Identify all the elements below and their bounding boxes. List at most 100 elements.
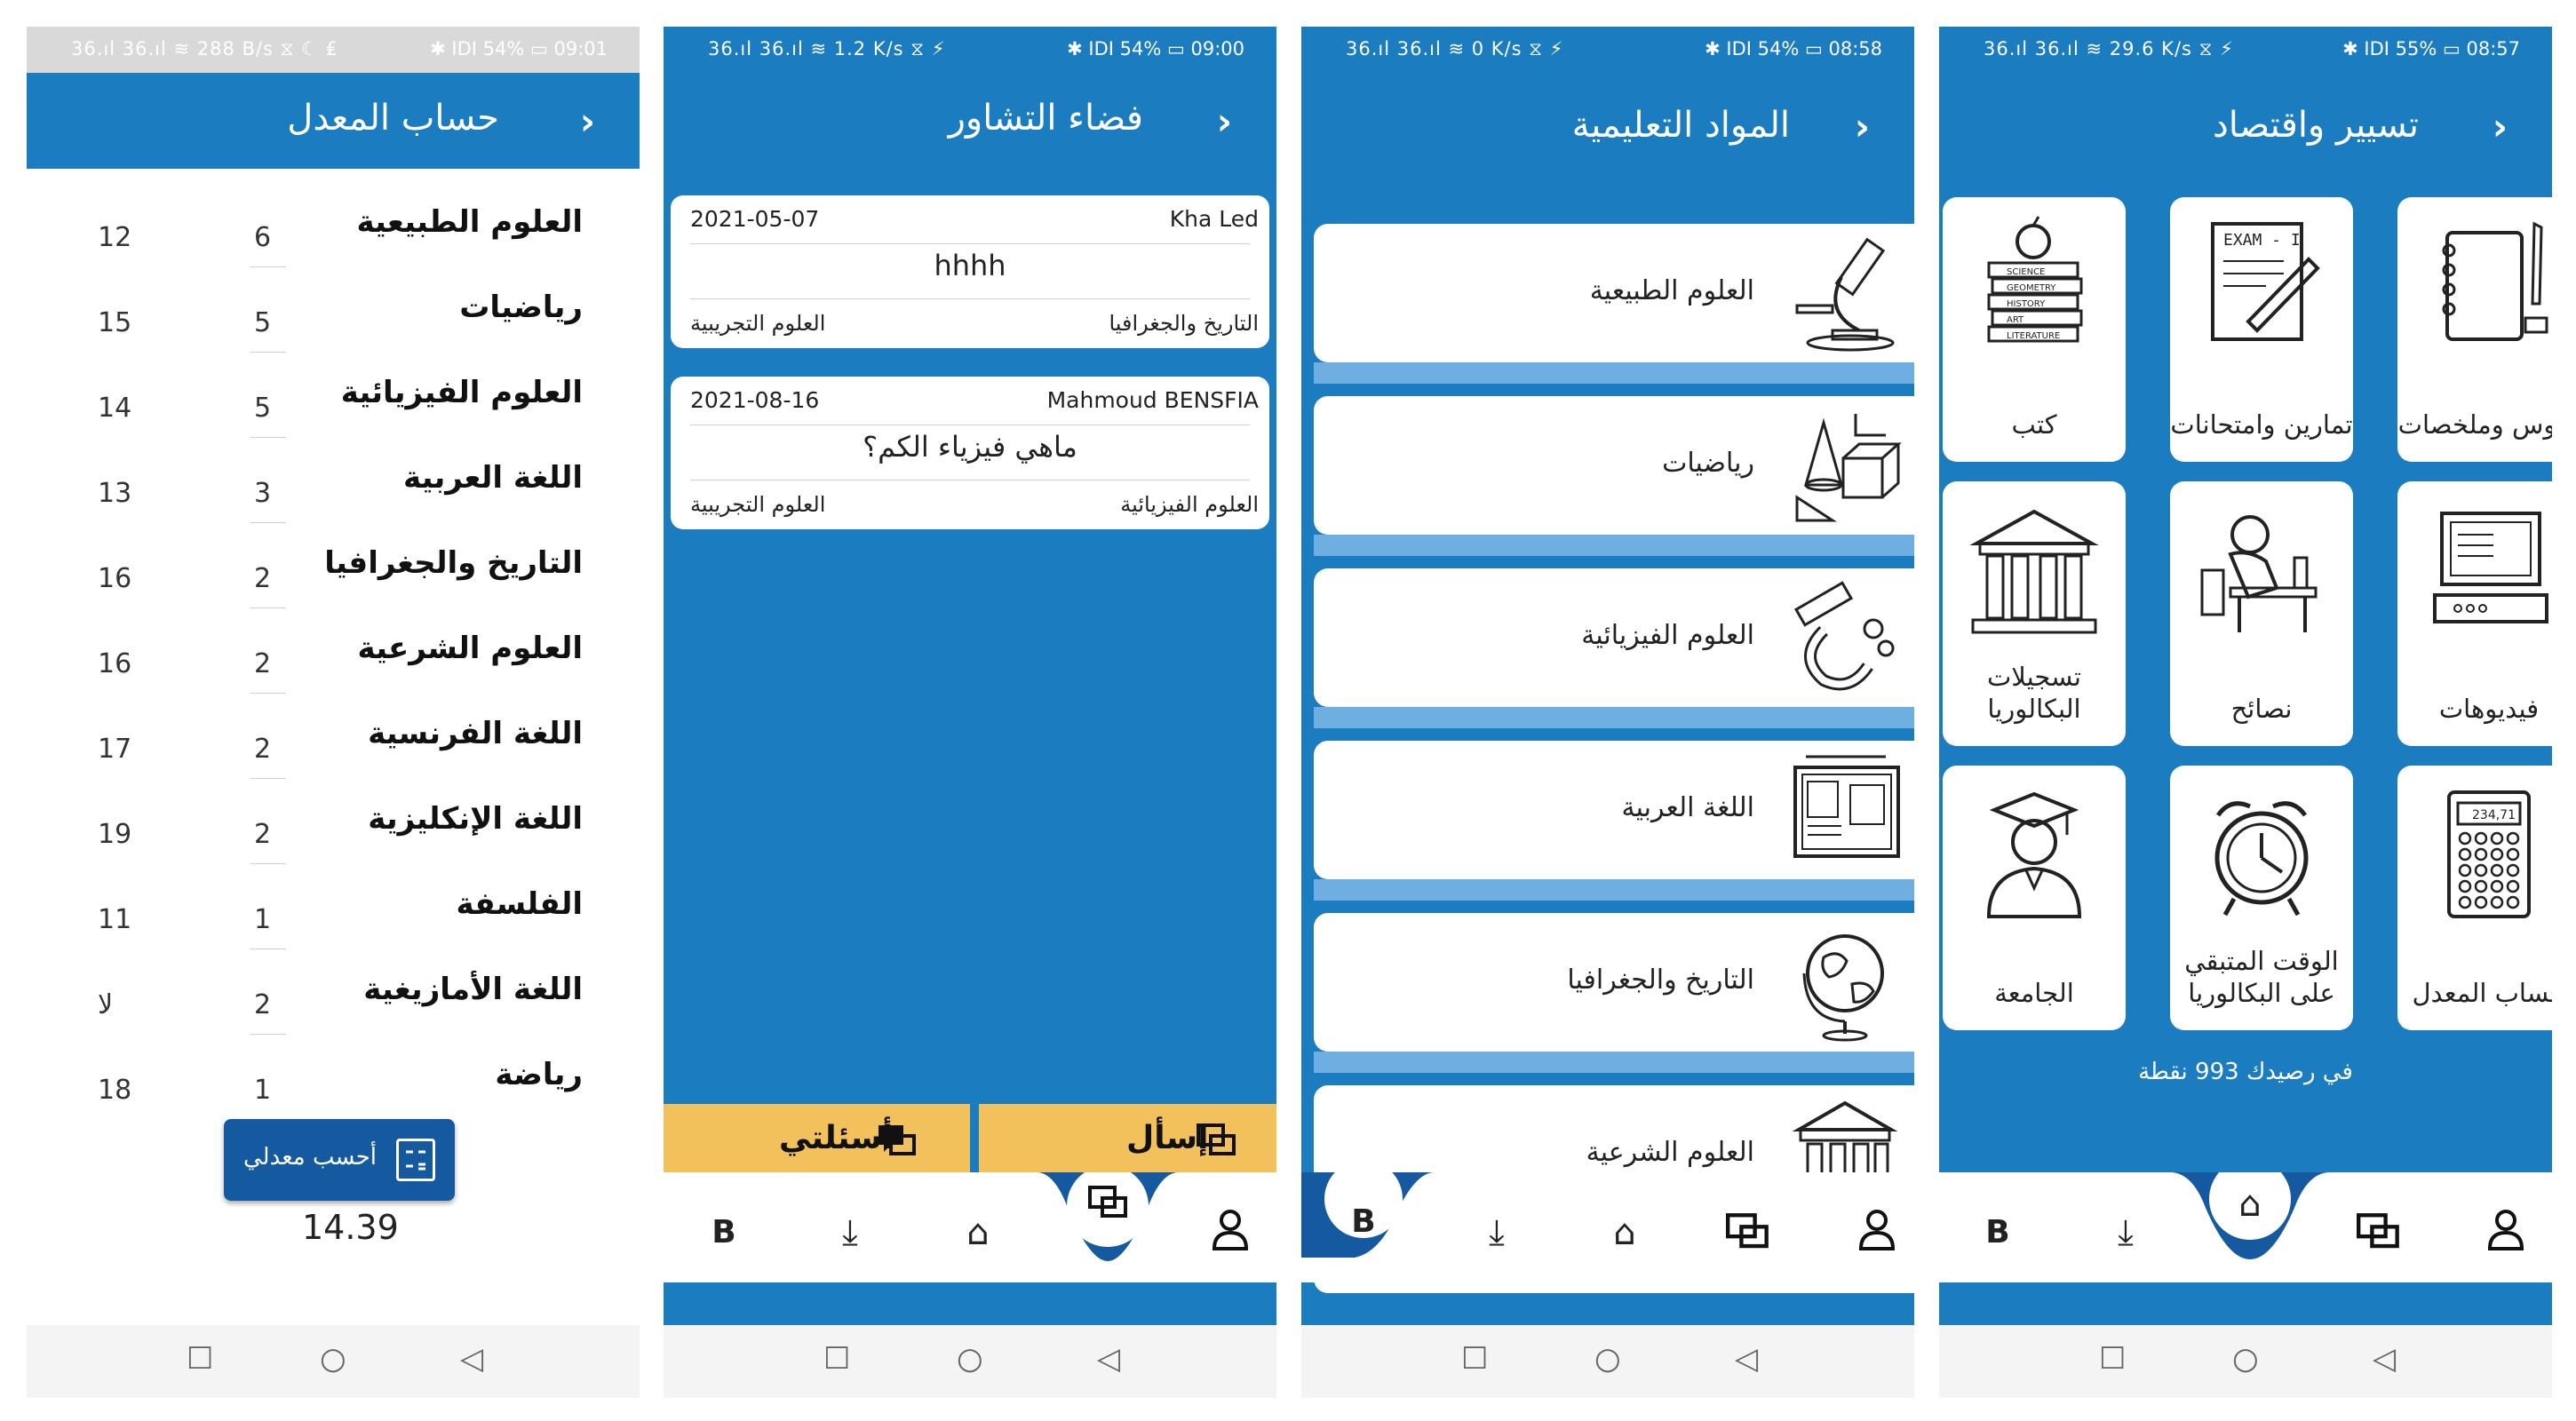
menu-tile[interactable]: SCIENCE GEOMETRY HISTORY ART LITERATURE كتب (1943, 197, 2126, 462)
home-icon[interactable]: ⌂ (953, 1208, 1003, 1258)
grade-row: 19 2 اللغة الإنكليزية (27, 792, 640, 877)
recent-apps-icon[interactable]: ☐ (823, 1341, 850, 1377)
subject-name: التاريخ والجغرافيا (324, 545, 583, 581)
download-icon[interactable]: ⤓ (1472, 1208, 1522, 1258)
menu-tile[interactable]: فيديوهات (2397, 481, 2552, 746)
subject-card[interactable]: رياضيات (1314, 396, 1914, 535)
subject-card[interactable]: التاريخ والجغرافيا (1314, 913, 1914, 1052)
grade-input[interactable]: 11 (98, 904, 169, 935)
post-card[interactable]: 2021-05-07 Kha Led hhhh العلوم التجريبية… (671, 195, 1269, 348)
post-date: 2021-05-07 (690, 206, 820, 232)
home-icon[interactable]: ⌂ (2225, 1179, 2275, 1229)
screen-average-calculator: 36.ıl 36.ıl ≋ 288 B/s ⧖ ☾ ₤ ✱ ⅠDⅠ 54% ▭ … (27, 27, 640, 1398)
grade-row: 16 2 التاريخ والجغرافيا (27, 536, 640, 622)
grade-input[interactable]: 16 (98, 563, 169, 594)
grade-input[interactable]: 12 (98, 222, 169, 253)
menu-tile[interactable]: نصائح (2170, 481, 2353, 746)
status-right: ✱ ⅠDⅠ 55% ▭ 08:57 (2342, 38, 2520, 60)
back-triangle-icon[interactable]: ◁ (1097, 1341, 1120, 1377)
chevron-right-icon[interactable]: › (1855, 105, 1870, 148)
post-card[interactable]: 2021-08-16 Mahmoud BENSFIA ماهي فيزياء ا… (671, 377, 1269, 529)
grade-input[interactable]: 18 (98, 1075, 169, 1106)
post-question: hhhh (934, 249, 1006, 282)
card-shadow (1314, 535, 1914, 556)
books-icon: SCIENCE GEOMETRY HISTORY ART LITERATURE (1968, 215, 2101, 357)
calculate-average-label: أحسب معدلي (243, 1144, 377, 1171)
menu-tile-label: تمارين وامتحانات (2170, 409, 2353, 440)
chevron-right-icon[interactable]: › (1217, 99, 1232, 143)
grade-input[interactable]: 16 (98, 648, 169, 679)
nav-b[interactable]: B (1339, 1197, 1388, 1247)
chat-nav-icon[interactable] (2357, 1213, 2401, 1259)
menu-tile[interactable]: دروس وملخصات (2397, 197, 2552, 462)
post-subject: التاريخ والجغرافيا (1109, 311, 1259, 336)
chat-icon (1197, 1123, 1237, 1166)
status-left: 36.ıl 36.ıl ≋ 29.6 K/s ⧖ ⚡ (1984, 38, 2234, 60)
chat-nav-icon[interactable] (1088, 1186, 1129, 1228)
average-result: 14.39 (302, 1208, 399, 1247)
divider (250, 607, 286, 608)
menu-tile[interactable]: 234,71 حساب المعدل (2397, 766, 2552, 1030)
home-circle-icon[interactable]: ○ (2232, 1341, 2259, 1377)
download-icon[interactable]: ⤓ (2101, 1208, 2151, 1258)
nav-b[interactable]: B (1973, 1208, 2023, 1258)
app-header: المواد التعليمية › (1301, 73, 1914, 169)
system-nav-bar: ☐ ○ ◁ (27, 1325, 640, 1398)
coefficient-value: 2 (254, 563, 272, 594)
back-triangle-icon[interactable]: ◁ (460, 1341, 483, 1377)
home-circle-icon[interactable]: ○ (957, 1341, 983, 1377)
recent-apps-icon[interactable]: ☐ (2099, 1341, 2126, 1377)
menu-tile-label: نصائح (2230, 694, 2293, 724)
grade-row: لا 2 اللغة الأمازيغية (27, 963, 640, 1048)
subject-name: الفلسفة (456, 886, 583, 922)
menu-tile-label: كتب (2011, 409, 2057, 440)
home-icon[interactable]: ⌂ (1600, 1208, 1650, 1258)
coefficient-value: 1 (254, 904, 272, 935)
menu-tile[interactable]: الوقت المتبقي على البكالوريا (2170, 766, 2353, 1030)
subject-card[interactable]: العلوم الفيزيائية (1314, 568, 1914, 707)
menu-tile[interactable]: تسجيلات البكالوريا (1943, 481, 2126, 746)
recent-apps-icon[interactable]: ☐ (187, 1341, 213, 1377)
menu-tile[interactable]: الجامعة (1943, 766, 2126, 1030)
menu-tile-label: فيديوهات (2438, 694, 2540, 724)
grade-input[interactable]: 13 (98, 478, 169, 509)
home-circle-icon[interactable]: ○ (320, 1341, 346, 1377)
subject-name: اللغة الإنكليزية (368, 801, 583, 837)
recent-apps-icon[interactable]: ☐ (1461, 1341, 1488, 1377)
subject-name: العلوم الفيزيائية (340, 375, 583, 410)
menu-tile[interactable]: EXAM - I تمارين وامتحانات (2170, 197, 2353, 462)
system-nav-bar: ☐ ○ ◁ (1939, 1325, 2552, 1398)
app-header: تسيير واقتصاد › (1939, 73, 2552, 169)
grade-row: 14 5 العلوم الفيزيائية (27, 366, 640, 451)
back-triangle-icon[interactable]: ◁ (1735, 1341, 1758, 1377)
grade-input[interactable]: 19 (98, 819, 169, 850)
download-icon[interactable]: ⤓ (825, 1208, 875, 1258)
grade-input[interactable]: 17 (98, 734, 169, 765)
home-circle-icon[interactable]: ○ (1594, 1341, 1621, 1377)
profile-icon[interactable] (2481, 1208, 2531, 1258)
subject-name: العلوم الطبيعية (356, 204, 583, 240)
back-triangle-icon[interactable]: ◁ (2373, 1341, 2396, 1377)
nav-b[interactable]: B (699, 1208, 749, 1258)
chevron-right-icon[interactable]: › (580, 99, 595, 143)
card-shadow (1314, 1052, 1914, 1073)
grade-input[interactable]: لا (98, 989, 169, 1020)
menu-tile-label: الوقت المتبقي على البكالوريا (2184, 946, 2339, 1008)
grade-input[interactable]: 14 (98, 393, 169, 424)
divider (250, 352, 286, 353)
app-header: حساب المعدل › (27, 73, 640, 169)
grade-input[interactable]: 15 (98, 307, 169, 338)
globe-icon (1788, 922, 1902, 1043)
post-author: Kha Led (1169, 206, 1259, 232)
calculate-average-button[interactable]: أحسب معدلي (224, 1119, 455, 1201)
profile-icon[interactable] (1852, 1208, 1902, 1258)
svg-text:234,71: 234,71 (2472, 808, 2516, 822)
chevron-right-icon[interactable]: › (2493, 105, 2508, 148)
subject-card[interactable]: العلوم الطبيعية (1314, 224, 1914, 362)
chat-nav-icon[interactable] (1726, 1213, 1770, 1259)
subject-card[interactable]: اللغة العربية (1314, 741, 1914, 879)
divider (250, 778, 286, 779)
divider (250, 522, 286, 523)
profile-icon[interactable] (1205, 1208, 1255, 1258)
svg-text:EXAM - I: EXAM - I (2223, 231, 2301, 250)
